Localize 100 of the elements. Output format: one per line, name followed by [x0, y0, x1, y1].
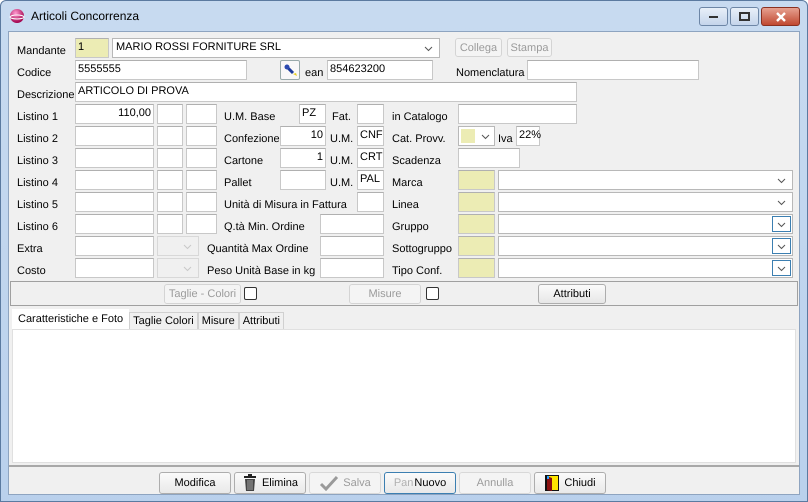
- input-field[interactable]: ARTICOLO DI PROVA: [75, 82, 577, 102]
- input-field[interactable]: [75, 126, 154, 146]
- input-field[interactable]: [280, 170, 326, 190]
- field-label: U.M.: [330, 132, 354, 146]
- action-button[interactable]: Chiudi: [534, 472, 606, 494]
- field-label: Listino 2: [17, 132, 59, 146]
- field-label: Quantità Max Ordine: [207, 242, 310, 256]
- input-field[interactable]: CNF: [357, 126, 384, 146]
- dropdown[interactable]: MARIO ROSSI FORNITURE SRL: [112, 38, 440, 58]
- input-field[interactable]: 1: [75, 38, 109, 58]
- input-field[interactable]: [157, 104, 183, 124]
- field-label: Unità di Misura in Fattura: [224, 198, 348, 212]
- field-label: Listino 3: [17, 154, 59, 168]
- field-label: Costo: [17, 264, 47, 278]
- field-label: Tipo Conf.: [392, 264, 444, 278]
- input-field[interactable]: [527, 60, 699, 80]
- input-field[interactable]: [357, 104, 384, 124]
- input-field[interactable]: [458, 258, 495, 278]
- tab[interactable]: Taglie Colori: [129, 312, 198, 329]
- trash-icon: [242, 474, 258, 492]
- input-field[interactable]: [320, 236, 384, 256]
- field-label: Listino 4: [17, 176, 59, 190]
- input-field[interactable]: [186, 192, 217, 212]
- input-field[interactable]: 1: [280, 148, 326, 168]
- input-field[interactable]: [75, 192, 154, 212]
- action-button[interactable]: Modifica: [159, 472, 231, 494]
- dropdown[interactable]: [498, 192, 793, 212]
- field-label: U.M.: [330, 154, 354, 168]
- input-field[interactable]: [75, 148, 154, 168]
- input-field[interactable]: [320, 214, 384, 234]
- input-field[interactable]: [157, 148, 183, 168]
- action-button[interactable]: PanNuovo: [384, 472, 456, 494]
- field-label: Marca: [392, 176, 424, 190]
- input-field[interactable]: [157, 170, 183, 190]
- sphere-icon: [9, 8, 25, 24]
- checkbox[interactable]: [244, 287, 257, 300]
- input-field[interactable]: PAL: [357, 170, 384, 190]
- input-field[interactable]: [75, 214, 154, 234]
- minimize-icon: [708, 14, 718, 18]
- input-field[interactable]: [458, 170, 495, 190]
- dropdown[interactable]: [498, 214, 793, 234]
- input-field[interactable]: [458, 104, 577, 124]
- field-label: Nomenclatura: [456, 66, 526, 80]
- field-label: U.M. Base: [224, 110, 276, 124]
- input-field[interactable]: [186, 214, 217, 234]
- field-label: Listino 6: [17, 220, 59, 234]
- dropdown[interactable]: [458, 126, 495, 146]
- close-icon: [774, 12, 786, 22]
- maximize-icon: [739, 12, 750, 21]
- input-field[interactable]: [458, 192, 495, 212]
- input-field[interactable]: [75, 170, 154, 190]
- field-label: Confezione: [224, 132, 280, 146]
- ghost-text: Pan: [394, 477, 414, 489]
- close-button[interactable]: [761, 7, 800, 26]
- action-button[interactable]: Elimina: [234, 472, 306, 494]
- field-label: Cartone: [224, 154, 264, 168]
- input-field[interactable]: [320, 258, 384, 278]
- input-field[interactable]: [458, 148, 520, 168]
- input-field[interactable]: [157, 214, 183, 234]
- field-label: Pallet: [224, 176, 253, 190]
- input-field[interactable]: [357, 192, 384, 212]
- input-field[interactable]: 10: [280, 126, 326, 146]
- input-field[interactable]: 22%: [516, 126, 540, 146]
- input-field[interactable]: 5555555: [75, 60, 247, 80]
- field-label: Listino 1: [17, 110, 59, 124]
- input-field[interactable]: [186, 148, 217, 168]
- input-field[interactable]: [186, 104, 217, 124]
- tab[interactable]: Misure: [198, 312, 239, 329]
- dropdown[interactable]: [498, 236, 793, 256]
- window-title: Articoli Concorrenza: [31, 9, 140, 23]
- door-icon: [544, 474, 560, 492]
- maximize-button[interactable]: [730, 7, 759, 26]
- field-label: Linea: [392, 198, 420, 212]
- input-field[interactable]: [75, 258, 154, 278]
- lookup-button[interactable]: [280, 60, 300, 80]
- input-field[interactable]: [157, 126, 183, 146]
- input-field[interactable]: [75, 236, 154, 256]
- field-label: ean: [305, 66, 324, 80]
- action-button[interactable]: Attributi: [538, 284, 606, 304]
- minimize-button[interactable]: [699, 7, 728, 26]
- input-field[interactable]: 110,00: [75, 104, 154, 124]
- input-field[interactable]: [157, 192, 183, 212]
- field-label: Sottogruppo: [392, 242, 453, 256]
- input-field[interactable]: [186, 126, 217, 146]
- tab[interactable]: Caratteristiche e Foto: [12, 309, 130, 329]
- field-label: Iva: [498, 132, 514, 146]
- input-field[interactable]: CRT: [357, 148, 384, 168]
- input-field[interactable]: [458, 214, 495, 234]
- input-field[interactable]: [458, 236, 495, 256]
- input-field[interactable]: PZ: [299, 104, 326, 124]
- tab[interactable]: Attributi: [238, 312, 284, 329]
- dropdown[interactable]: [498, 170, 793, 190]
- input-field[interactable]: [186, 170, 217, 190]
- field-label: Codice: [17, 66, 52, 80]
- input-field[interactable]: 854623200: [327, 60, 433, 80]
- checkbox[interactable]: [426, 287, 439, 300]
- field-label: in Catalogo: [392, 110, 449, 124]
- dropdown[interactable]: [498, 258, 793, 278]
- field-label: Descrizione: [17, 88, 75, 102]
- field-label: Mandante: [17, 44, 67, 58]
